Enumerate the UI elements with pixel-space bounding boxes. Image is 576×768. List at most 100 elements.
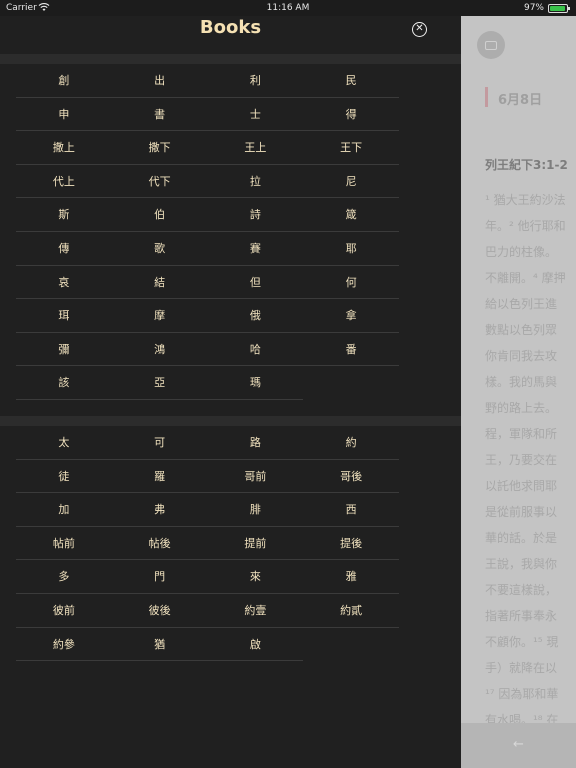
book-button[interactable]: 斯 bbox=[16, 198, 112, 231]
drawer-header: Books ✕ bbox=[0, 16, 461, 52]
book-button[interactable]: 士 bbox=[208, 98, 304, 131]
book-row: 加弗腓西 bbox=[16, 493, 399, 527]
book-button[interactable]: 瑪 bbox=[208, 366, 304, 399]
book-button[interactable]: 何 bbox=[303, 266, 399, 299]
passage-line: 不要這樣說， bbox=[485, 583, 558, 597]
book-button[interactable]: 利 bbox=[208, 64, 304, 97]
passage-line: 巴力的柱像。 bbox=[485, 245, 558, 259]
book-button[interactable]: 俄 bbox=[208, 299, 304, 332]
book-button[interactable]: 耶 bbox=[303, 232, 399, 265]
book-row: 徒羅哥前 哥後 bbox=[16, 460, 399, 494]
book-button[interactable]: 番 bbox=[303, 333, 399, 366]
book-button[interactable]: 該 bbox=[16, 366, 112, 399]
book-row: 斯伯詩箴 bbox=[16, 198, 399, 232]
section-divider-old-testament bbox=[0, 54, 461, 64]
book-button[interactable]: 約 bbox=[303, 426, 399, 459]
book-button[interactable]: 雅 bbox=[303, 560, 399, 593]
passage-line: 是從前服事以 bbox=[485, 505, 558, 519]
books-drawer: Books ✕ 創出利民申書士得撒上 撒下 王上 王下 代上 代下拉尼斯伯詩箴傳歌賽耶哀結… bbox=[0, 0, 461, 768]
book-button[interactable]: 鴻 bbox=[112, 333, 208, 366]
book-button[interactable]: 尼 bbox=[303, 165, 399, 198]
book-button[interactable]: 門 bbox=[112, 560, 208, 593]
book-button[interactable]: 傳 bbox=[16, 232, 112, 265]
book-button[interactable]: 拿 bbox=[303, 299, 399, 332]
book-button[interactable]: 撒下 bbox=[112, 131, 208, 164]
book-button[interactable]: 可 bbox=[112, 426, 208, 459]
book-button[interactable]: 結 bbox=[112, 266, 208, 299]
book-button[interactable]: 創 bbox=[16, 64, 112, 97]
book-button[interactable]: 彼前 bbox=[16, 594, 112, 627]
book-button[interactable]: 詩 bbox=[208, 198, 304, 231]
book-button[interactable]: 帖前 bbox=[16, 527, 112, 560]
book-button[interactable]: 得 bbox=[303, 98, 399, 131]
section-divider-new-testament bbox=[0, 416, 461, 426]
passage-line: 王說，我與你 bbox=[485, 557, 558, 571]
book-button[interactable]: 羅 bbox=[112, 460, 208, 493]
book-button[interactable]: 但 bbox=[208, 266, 304, 299]
book-row: 太可路約 bbox=[16, 426, 399, 460]
book-button[interactable]: 彌 bbox=[16, 333, 112, 366]
passage-line: 手）就降在以 bbox=[485, 661, 558, 675]
reader-background: 6月8日 列王紀下3:1-2 ¹ 猶大王約沙法 年。² 他行耶和 巴力的柱像。 不離開… bbox=[461, 0, 576, 768]
book-button[interactable]: 拉 bbox=[208, 165, 304, 198]
book-button[interactable]: 哀 bbox=[16, 266, 112, 299]
book-button[interactable]: 彼後 bbox=[112, 594, 208, 627]
calendar-button[interactable] bbox=[477, 31, 505, 59]
book-button[interactable]: 來 bbox=[208, 560, 304, 593]
book-button[interactable]: 代上 bbox=[16, 165, 112, 198]
book-button[interactable]: 多 bbox=[16, 560, 112, 593]
book-button[interactable]: 箴 bbox=[303, 198, 399, 231]
book-button[interactable]: 珥 bbox=[16, 299, 112, 332]
passage-line: 不顧你。¹⁵ 現 bbox=[485, 635, 559, 649]
book-button[interactable]: 猶 bbox=[112, 628, 208, 661]
book-button[interactable]: 撒上 bbox=[16, 131, 112, 164]
book-button[interactable]: 提前 bbox=[208, 527, 304, 560]
passage-line: 指著所事奉永 bbox=[485, 609, 558, 623]
book-button[interactable]: 代下 bbox=[112, 165, 208, 198]
book-button[interactable]: 約壹 bbox=[208, 594, 304, 627]
book-button[interactable]: 太 bbox=[16, 426, 112, 459]
book-button[interactable]: 摩 bbox=[112, 299, 208, 332]
close-icon: ✕ bbox=[415, 23, 424, 34]
book-button[interactable]: 啟 bbox=[208, 628, 304, 661]
book-button[interactable]: 出 bbox=[112, 64, 208, 97]
book-button[interactable]: 加 bbox=[16, 493, 112, 526]
drawer-title: Books bbox=[199, 17, 262, 38]
book-button[interactable]: 亞 bbox=[112, 366, 208, 399]
book-button[interactable]: 腓 bbox=[208, 493, 304, 526]
back-arrow-icon[interactable]: ← bbox=[513, 737, 524, 752]
book-button[interactable]: 哥後 bbox=[303, 460, 399, 493]
passage-title: 列王紀下3:1-2 bbox=[485, 158, 568, 172]
close-button[interactable]: ✕ bbox=[412, 22, 427, 37]
book-row: 代上 代下拉尼 bbox=[16, 165, 399, 199]
book-button[interactable]: 書 bbox=[112, 98, 208, 131]
book-button[interactable]: 約貳 bbox=[303, 594, 399, 627]
passage-line: 以託他求問耶 bbox=[485, 479, 558, 493]
book-button[interactable]: 徒 bbox=[16, 460, 112, 493]
reading-date: 6月8日 bbox=[498, 93, 543, 108]
book-button[interactable]: 西 bbox=[303, 493, 399, 526]
book-button[interactable]: 民 bbox=[303, 64, 399, 97]
book-button[interactable]: 帖後 bbox=[112, 527, 208, 560]
book-row: 彌鴻哈番 bbox=[16, 333, 399, 367]
book-button[interactable]: 王上 bbox=[208, 131, 304, 164]
book-row: 多門來雅 bbox=[16, 560, 399, 594]
battery-percentage: 97% bbox=[523, 3, 544, 13]
book-button[interactable]: 提後 bbox=[303, 527, 399, 560]
book-button[interactable]: 路 bbox=[208, 426, 304, 459]
book-button[interactable]: 約參 bbox=[16, 628, 112, 661]
book-button[interactable]: 申 bbox=[16, 98, 112, 131]
book-button[interactable]: 王下 bbox=[303, 131, 399, 164]
book-button[interactable]: 哈 bbox=[208, 333, 304, 366]
status-bar: Carrier 11:16 AM 97% bbox=[0, 0, 576, 16]
book-button[interactable]: 弗 bbox=[112, 493, 208, 526]
book-row: 傳歌賽耶 bbox=[16, 232, 399, 266]
passage-line: 你肯同我去攻 bbox=[485, 349, 558, 363]
book-button[interactable]: 哥前 bbox=[208, 460, 304, 493]
book-button[interactable]: 伯 bbox=[112, 198, 208, 231]
passage-body: ¹ 猶大王約沙法 年。² 他行耶和 巴力的柱像。 不離開。⁴ 摩押 給以色列王進 數點以色… bbox=[485, 187, 576, 759]
clock: 11:16 AM bbox=[266, 3, 310, 13]
book-row: 撒上 撒下 王上 王下 bbox=[16, 131, 399, 165]
book-button[interactable]: 賽 bbox=[208, 232, 304, 265]
book-button[interactable]: 歌 bbox=[112, 232, 208, 265]
